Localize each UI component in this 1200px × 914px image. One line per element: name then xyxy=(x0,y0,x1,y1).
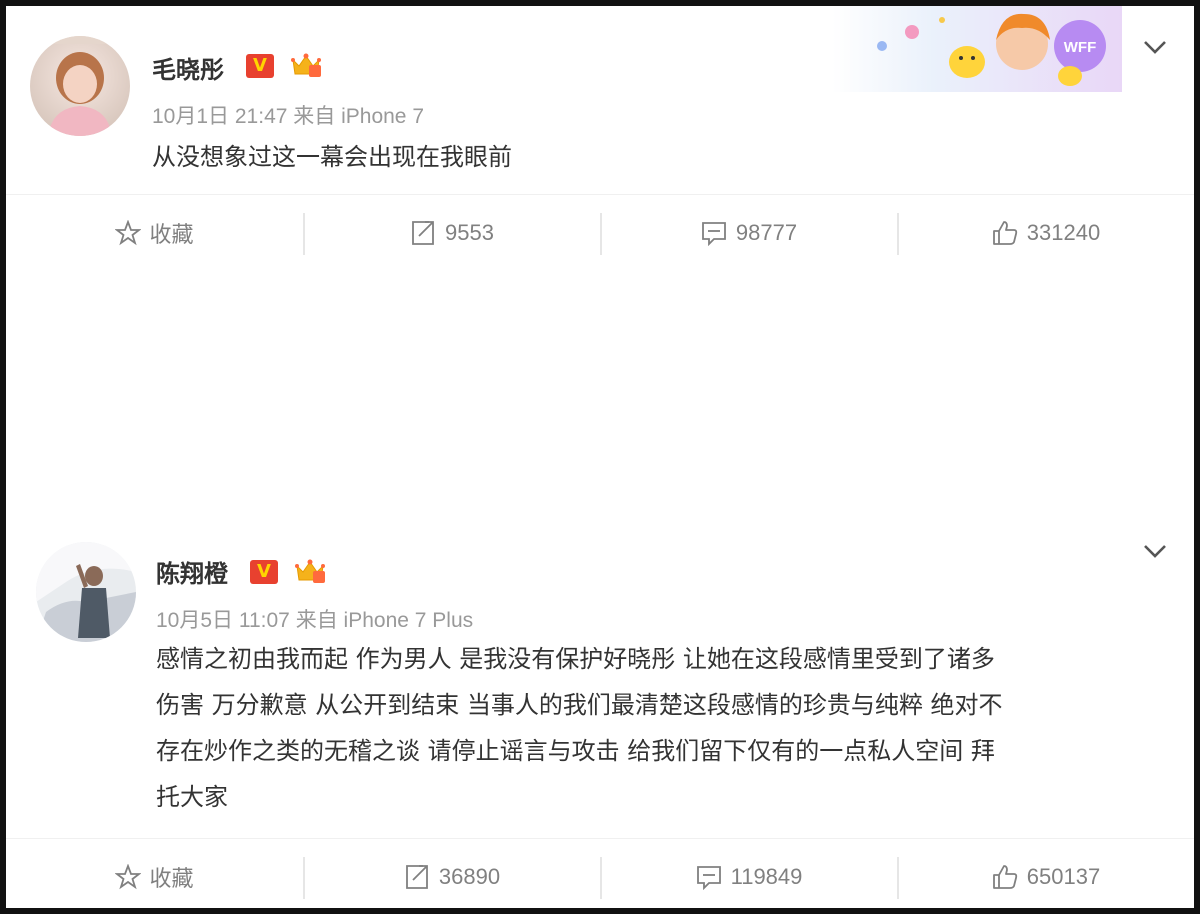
banner-label: WFF xyxy=(1064,39,1096,56)
user-name[interactable]: 陈翔橙 xyxy=(156,554,228,589)
crown-icon xyxy=(295,559,325,583)
action-bar: 收藏 9553 98777 331240 xyxy=(6,194,1194,270)
star-icon xyxy=(115,219,142,245)
post-text: 感情之初由我而起 作为男人 是我没有保护好晓彤 让她在这段感情里受到了诸多 伤害… xyxy=(156,636,1166,820)
repost-icon xyxy=(412,220,434,245)
comment-button[interactable]: 119849 xyxy=(600,839,897,914)
post-text-line: 托大家 xyxy=(156,783,228,811)
comment-icon xyxy=(696,865,721,890)
decorative-banner: WFF xyxy=(832,6,1122,92)
chevron-down-icon[interactable] xyxy=(1142,542,1168,560)
favorite-button[interactable]: 收藏 xyxy=(6,839,303,914)
post-text-line: 伤害 万分歉意 从公开到结束 当事人的我们最清楚这段感情的珍贵与纯粹 绝对不 xyxy=(156,691,1003,719)
like-count: 650137 xyxy=(1026,863,1101,889)
repost-button[interactable]: 9553 xyxy=(303,195,600,270)
comment-count: 119849 xyxy=(730,863,803,889)
like-button[interactable]: 650137 xyxy=(897,839,1194,914)
verified-badge: V xyxy=(250,560,278,584)
favorite-label: 收藏 xyxy=(149,865,194,891)
post-text-line: 存在炒作之类的无稽之谈 请停止谣言与攻击 给我们留下仅有的一点私人空间 拜 xyxy=(156,737,995,765)
user-name[interactable]: 毛晓彤 xyxy=(152,50,224,85)
weibo-post: 毛晓彤 V 10月1日 21:47 来自 iPhone 7 从没想象过这一幕会出… xyxy=(6,6,1194,274)
avatar[interactable] xyxy=(30,36,130,136)
like-button[interactable]: 331240 xyxy=(897,195,1194,270)
favorite-label: 收藏 xyxy=(149,221,194,247)
thumbs-up-icon xyxy=(992,220,1017,245)
post-meta: 10月5日 11:07 来自 iPhone 7 Plus xyxy=(156,609,474,632)
repost-count: 36890 xyxy=(438,863,501,889)
comment-button[interactable]: 98777 xyxy=(600,195,897,270)
like-count: 331240 xyxy=(1026,219,1101,245)
verified-badge: V xyxy=(246,54,274,78)
avatar[interactable] xyxy=(36,542,136,642)
post-text: 从没想象过这一幕会出现在我眼前 xyxy=(152,143,512,171)
repost-icon xyxy=(406,864,428,889)
comment-icon xyxy=(702,221,726,246)
post-meta: 10月1日 21:47 来自 iPhone 7 xyxy=(152,105,424,128)
repost-count: 9553 xyxy=(445,219,494,245)
chevron-down-icon[interactable] xyxy=(1142,38,1168,56)
post-text-line: 感情之初由我而起 作为男人 是我没有保护好晓彤 让她在这段感情里受到了诸多 xyxy=(156,645,995,673)
thumbs-up-icon xyxy=(992,864,1017,889)
repost-button[interactable]: 36890 xyxy=(303,839,600,914)
comment-count: 98777 xyxy=(735,219,798,245)
star-icon xyxy=(115,863,142,889)
action-bar: 收藏 36890 119849 650137 xyxy=(6,838,1194,914)
weibo-post: 陈翔橙 V 10月5日 11:07 来自 iPhone 7 Plus 感情之初由… xyxy=(6,518,1194,908)
favorite-button[interactable]: 收藏 xyxy=(6,195,303,270)
crown-icon xyxy=(291,53,321,77)
